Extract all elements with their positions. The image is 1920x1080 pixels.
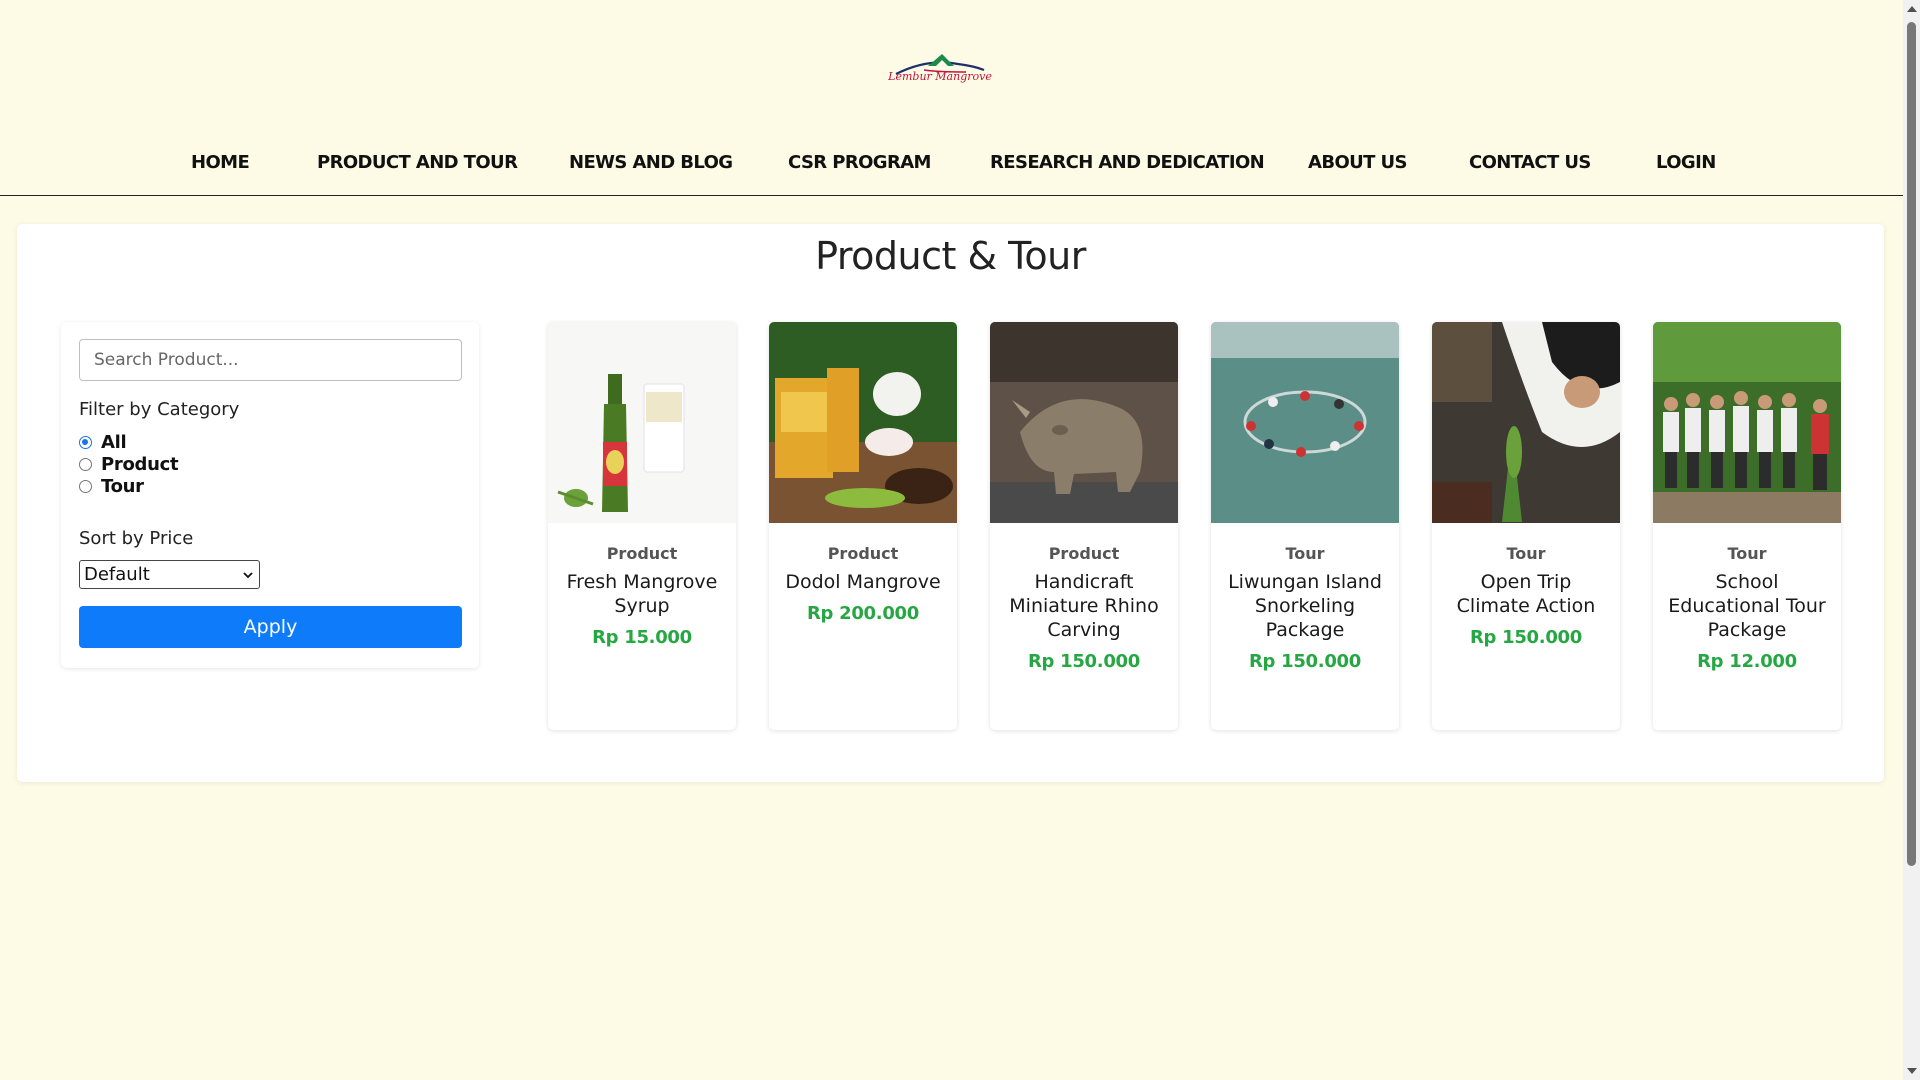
site-header: Lembur Mangrove HOME PRODUCT AND TOUR NEWS… [0, 0, 1920, 196]
product-card[interactable]: Product Handicraft Miniature Rhino Carvin… [990, 322, 1178, 730]
chevron-down-icon [243, 572, 253, 579]
product-price: Rp 15.000 [592, 627, 692, 648]
logo-text: Lembur Mangrove [888, 70, 992, 83]
radio-button[interactable] [79, 435, 92, 449]
scroll-down-arrow-icon[interactable] [1907, 1068, 1917, 1074]
product-category: Tour [1285, 544, 1325, 563]
main-content: Product & Tour Filter by Category AllPro… [17, 224, 1884, 782]
sort-label: Sort by Price [79, 528, 194, 549]
nav-home[interactable]: HOME [191, 152, 250, 173]
product-price: Rp 150.000 [1249, 651, 1361, 672]
product-card[interactable]: Tour Open Trip Climate Action Rp 150.000 [1432, 322, 1620, 730]
product-name-block: Fresh Mangrove Syrup Rp 15.000 [560, 570, 724, 650]
radio-button[interactable] [79, 479, 92, 493]
radio-label: Product [101, 453, 179, 475]
product-category: Product [1048, 544, 1120, 563]
sort-select-value: Default [84, 564, 150, 585]
product-name-block: Liwungan Island Snorkeling Package Rp 150… [1223, 570, 1387, 674]
nav-about-us[interactable]: ABOUT US [1308, 152, 1408, 173]
product-name-block: Dodol Mangrove Rp 200.000 [781, 570, 945, 626]
product-price: Rp 12.000 [1697, 651, 1797, 672]
filter-sidebar: Filter by Category AllProductTour Sort b… [61, 322, 479, 668]
product-name[interactable]: Open Trip Climate Action [1444, 570, 1608, 618]
product-name-block: Open Trip Climate Action Rp 150.000 [1444, 570, 1608, 650]
product-name[interactable]: Dodol Mangrove [781, 570, 945, 594]
product-image[interactable] [1432, 322, 1620, 523]
product-card[interactable]: Tour Liwungan Island Snorkeling Package Rp… [1211, 322, 1399, 730]
category-filter-label: Filter by Category [79, 399, 240, 420]
product-name-block: School Educational Tour Package Rp 12.000 [1665, 570, 1829, 674]
product-price: Rp 150.000 [1470, 627, 1582, 648]
product-category: Product [827, 544, 899, 563]
nav-research-and-dedication[interactable]: RESEARCH AND DEDICATION [990, 152, 1265, 173]
nav-news-and-blog[interactable]: NEWS AND BLOG [569, 152, 733, 173]
main-nav: HOME PRODUCT AND TOUR NEWS AND BLOG CSR PRO… [0, 152, 1900, 178]
product-image[interactable] [769, 322, 957, 523]
radio-label: All [101, 431, 127, 453]
product-price: Rp 200.000 [807, 603, 919, 624]
radio-label: Tour [101, 475, 144, 497]
nav-contact-us[interactable]: CONTACT US [1469, 152, 1591, 173]
product-name-block: Handicraft Miniature Rhino Carving Rp 150… [1002, 570, 1166, 674]
product-name[interactable]: Handicraft Miniature Rhino Carving [1002, 570, 1166, 642]
product-card[interactable]: Product Fresh Mangrove Syrup Rp 15.000 [548, 322, 736, 730]
page-scrollbar[interactable] [1903, 0, 1920, 1080]
sort-select[interactable]: Default [79, 560, 260, 589]
product-name[interactable]: Liwungan Island Snorkeling Package [1223, 570, 1387, 642]
category-option-tour[interactable]: Tour [79, 474, 144, 498]
scrollbar-thumb[interactable] [1907, 22, 1916, 866]
product-image[interactable] [990, 322, 1178, 523]
apply-button[interactable]: Apply [79, 606, 462, 648]
product-image[interactable] [1211, 322, 1399, 523]
site-logo[interactable]: Lembur Mangrove [888, 50, 992, 94]
category-option-all[interactable]: All [79, 430, 127, 454]
product-image[interactable] [548, 322, 736, 523]
category-option-product[interactable]: Product [79, 452, 179, 476]
product-category: Product [606, 544, 678, 563]
nav-product-and-tour[interactable]: PRODUCT AND TOUR [317, 152, 518, 173]
product-name[interactable]: Fresh Mangrove Syrup [560, 570, 724, 618]
search-input[interactable] [79, 339, 462, 381]
product-grid: Product Fresh Mangrove Syrup Rp 15.000 Pro… [530, 322, 1850, 730]
product-image[interactable] [1653, 322, 1841, 523]
scroll-up-arrow-icon[interactable] [1907, 6, 1917, 12]
product-category: Tour [1727, 544, 1767, 563]
nav-login[interactable]: LOGIN [1656, 152, 1716, 173]
page-title: Product & Tour [815, 234, 1086, 278]
product-price: Rp 150.000 [1028, 651, 1140, 672]
product-category: Tour [1506, 544, 1546, 563]
product-card[interactable]: Tour School Educational Tour Package Rp 12… [1653, 322, 1841, 730]
product-card[interactable]: Product Dodol Mangrove Rp 200.000 [769, 322, 957, 730]
nav-csr-program[interactable]: CSR PROGRAM [788, 152, 931, 173]
radio-button[interactable] [79, 457, 92, 471]
product-name[interactable]: School Educational Tour Package [1665, 570, 1829, 642]
